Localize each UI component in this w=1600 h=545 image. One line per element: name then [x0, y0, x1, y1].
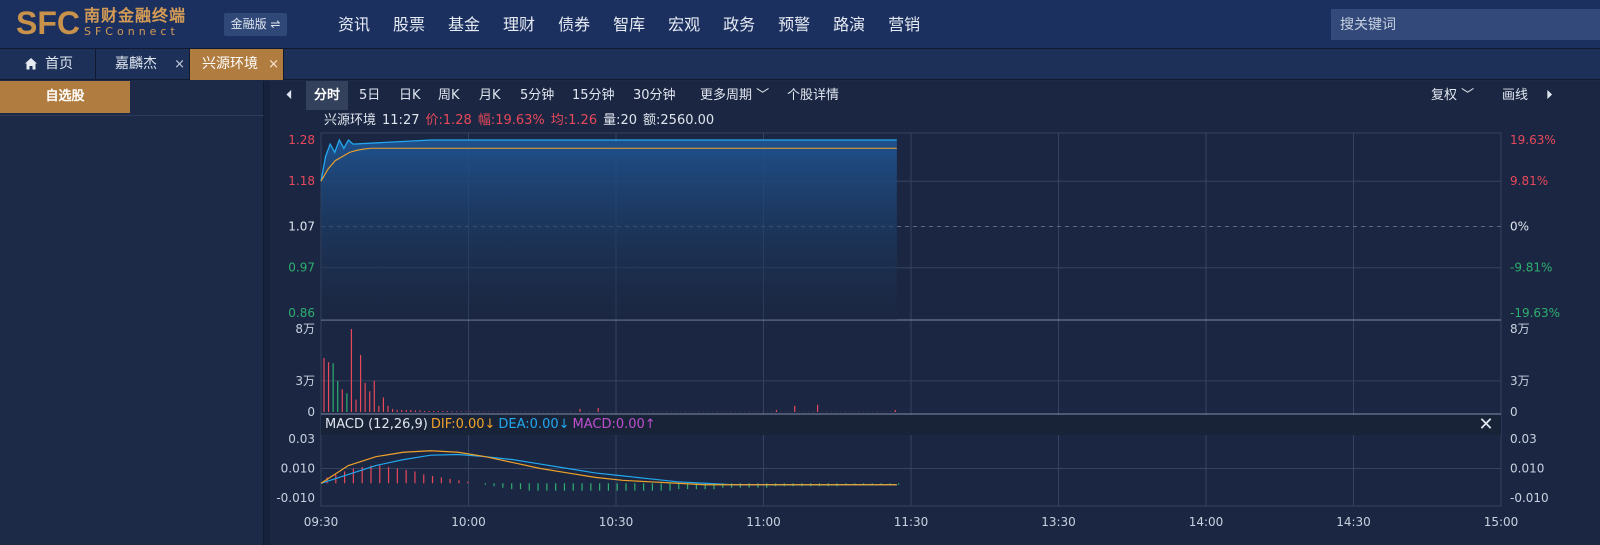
nav-item-news[interactable]: 资讯 — [338, 0, 370, 49]
time-axis-label: 10:00 — [451, 515, 486, 529]
price-axis-label: 0.97 — [288, 261, 315, 275]
macd-title: MACD (12,26,9) — [325, 417, 428, 432]
volume-axis-label: 3万 — [1510, 374, 1530, 388]
tab-stock-xingyuan-active[interactable]: 兴源环境 × — [190, 49, 284, 80]
close-macd-icon[interactable]: ✕ — [1476, 415, 1496, 435]
macd-legend: MACD (12,26,9) DIF:0.00↓ DEA:0.00↓ MACD:… — [325, 415, 656, 435]
sfc-logo[interactable]: SFC 南财金融终端 SFConnect — [16, 6, 186, 42]
macd-axis-label: -0.010 — [276, 491, 315, 505]
macd-axis-label: 0.010 — [281, 462, 315, 476]
macd-axis-label: 0.03 — [1510, 432, 1537, 446]
price-axis-label: 1.18 — [288, 174, 315, 188]
pct-axis-label: -19.63% — [1510, 306, 1560, 320]
macd-dea-line — [320, 453, 897, 486]
tab-close-icon[interactable]: × — [268, 49, 279, 80]
sidebar-divider — [0, 115, 264, 116]
sidebar: 自选股 — [0, 81, 264, 545]
nav-item-bonds[interactable]: 债券 — [558, 0, 590, 49]
logo-letters: SFC — [16, 5, 80, 41]
macd-axis-label: -0.010 — [1510, 491, 1549, 505]
watchlist-button[interactable]: 自选股 — [0, 81, 130, 113]
nav-item-stocks[interactable]: 股票 — [393, 0, 425, 49]
volume-axis-label: 3万 — [295, 374, 315, 388]
tab-stock-jialinjie[interactable]: 嘉麟杰 × — [96, 49, 190, 80]
tab-label: 兴源环境 — [202, 56, 258, 72]
pct-axis-label: 9.81% — [1510, 174, 1548, 188]
nav-item-wealth[interactable]: 理财 — [503, 0, 535, 49]
time-axis-label: 11:30 — [894, 515, 929, 529]
price-axis-label: 0.86 — [288, 306, 315, 320]
pct-axis-label: -9.81% — [1510, 261, 1552, 275]
nav-item-alerts[interactable]: 预警 — [778, 0, 810, 49]
nav-item-marketing[interactable]: 营销 — [888, 0, 920, 49]
main-nav: 资讯 股票 基金 理财 债券 智库 宏观 政务 预警 路演 营销 — [338, 0, 943, 49]
tab-home-label: 首页 — [45, 56, 73, 72]
intraday-chart[interactable]: 1.28 19.63% 1.18 9.81% 1.07 0% 0.97 -9.81% 0.86 -… — [270, 81, 1600, 545]
time-axis-label: 13:30 — [1041, 515, 1076, 529]
logo-brand: 南财金融终端 SFConnect — [84, 6, 186, 38]
volume-axis-label: 8万 — [295, 322, 315, 336]
nav-item-government[interactable]: 政务 — [723, 0, 755, 49]
home-icon — [25, 58, 37, 70]
macd-axis-label: 0.010 — [1510, 462, 1544, 476]
macd-axis-label: 0.03 — [288, 432, 315, 446]
macd-dif-line — [320, 450, 897, 486]
time-axis-label: 15:00 — [1484, 515, 1519, 529]
tab-bar: 首页 嘉麟杰 × 兴源环境 × — [0, 49, 1600, 80]
pct-axis-label: 19.63% — [1510, 133, 1556, 147]
nav-item-roadshow[interactable]: 路演 — [833, 0, 865, 49]
macd-dea: DEA:0.00↓ — [498, 417, 570, 432]
pct-axis-label: 0% — [1510, 220, 1529, 234]
tab-label: 嘉麟杰 — [115, 56, 157, 72]
time-axis-label: 09:30 — [304, 515, 339, 529]
tab-close-icon[interactable]: × — [174, 49, 185, 80]
nav-item-macro[interactable]: 宏观 — [668, 0, 700, 49]
logo-cn: 南财金融终端 — [84, 6, 187, 25]
search-input[interactable] — [1331, 9, 1600, 40]
logo-en: SFConnect — [84, 25, 179, 38]
chart-panel: ⏴ 分时 5日 日K 周K 月K 5分钟 15分钟 30分钟 更多周期 ﹀ 个股… — [270, 81, 1600, 545]
price-axis-label: 1.07 — [288, 220, 315, 234]
volume-axis-label: 8万 — [1510, 322, 1530, 336]
time-axis-label: 10:30 — [599, 515, 634, 529]
macd-value: MACD:0.00↑ — [572, 417, 656, 432]
volume-axis-label: 0 — [1510, 405, 1518, 419]
volume-axis-label: 0 — [307, 405, 315, 419]
time-axis-label: 11:00 — [746, 515, 781, 529]
time-axis-label: 14:00 — [1189, 515, 1224, 529]
top-header: SFC 南财金融终端 SFConnect 金融版 ⇌ 资讯 股票 基金 理财 债… — [0, 0, 1600, 49]
edition-switch-button[interactable]: 金融版 ⇌ — [224, 13, 287, 36]
time-axis-label: 14:30 — [1336, 515, 1371, 529]
macd-dif: DIF:0.00↓ — [430, 417, 496, 432]
price-axis-label: 1.28 — [288, 133, 315, 147]
nav-item-funds[interactable]: 基金 — [448, 0, 480, 49]
nav-item-think-tank[interactable]: 智库 — [613, 0, 645, 49]
tab-home[interactable]: 首页 — [0, 49, 96, 80]
price-area-fill — [321, 140, 897, 320]
